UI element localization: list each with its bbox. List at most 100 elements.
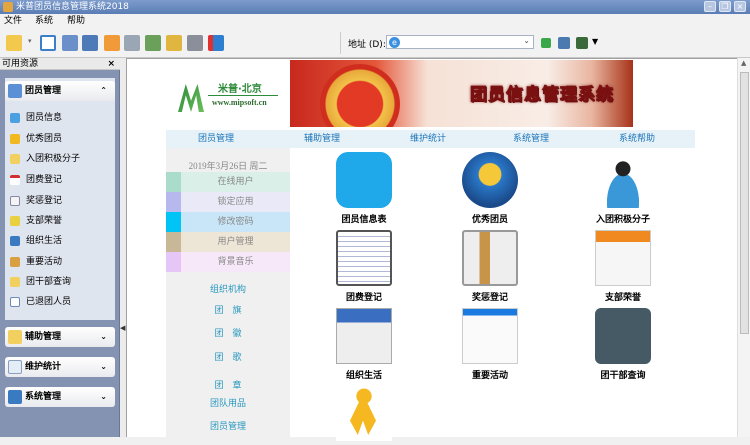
close-panel-button[interactable]: × xyxy=(107,58,115,70)
sidebar-item-cadre-query[interactable]: 团干部查询 xyxy=(10,274,110,290)
dropdown-arrow-icon[interactable]: ▾ xyxy=(28,37,32,45)
exit-icon[interactable] xyxy=(208,35,224,51)
top-nav: 团员管理 辅助管理 维护统计 系统管理 系统帮助 xyxy=(166,130,695,148)
collapse-arrow-icon[interactable]: ◀ xyxy=(120,324,125,332)
monitor-icon[interactable] xyxy=(82,35,98,51)
link-supplies[interactable]: 团队用品 xyxy=(166,396,290,409)
color-swatch xyxy=(166,212,181,232)
app-tile[interactable]: 组织生活 xyxy=(314,308,414,381)
calendar-icon xyxy=(10,175,20,185)
card-icon xyxy=(10,297,20,307)
settings-icon[interactable] xyxy=(576,37,588,49)
link-song[interactable]: 团 歌 xyxy=(166,350,290,363)
color-swatch xyxy=(166,172,181,192)
chevron-down-icon: ⌄ xyxy=(100,362,107,371)
group-header-aux-management[interactable]: 辅助管理 ⌄ xyxy=(5,327,115,347)
app-tile[interactable]: 支部荣誉 xyxy=(573,230,673,303)
chevron-down-icon[interactable]: ⌄ xyxy=(523,36,530,45)
more-arrow-icon[interactable]: ▼ xyxy=(592,37,598,46)
link-constitution[interactable]: 团 章 xyxy=(166,378,290,391)
link-member-management[interactable]: 团员管理 xyxy=(166,419,290,432)
chevron-down-icon: ⌄ xyxy=(100,392,107,401)
folder-icon xyxy=(8,330,22,344)
toolbar: ▾ 地址 (D): e ⌄ ▼ xyxy=(0,28,750,58)
group-header-maintenance[interactable]: 维护统计 ⌄ xyxy=(5,357,115,377)
notebook-pencil-icon[interactable] xyxy=(336,230,392,286)
calendar-star-icon[interactable] xyxy=(595,230,651,286)
vertical-scrollbar[interactable]: ▲ xyxy=(737,58,750,437)
running-man-icon[interactable] xyxy=(336,385,392,441)
nav-system-help[interactable]: 系统帮助 xyxy=(619,130,655,148)
company-logo: 米普·北京 www.mipsoft.cn xyxy=(178,80,278,120)
address-input[interactable]: e ⌄ xyxy=(386,35,534,49)
user-lock-icon[interactable] xyxy=(187,35,203,51)
sidebar-item-honors[interactable]: 支部荣誉 xyxy=(10,213,110,229)
minimize-button[interactable]: – xyxy=(704,1,716,12)
menu-help[interactable]: 帮助 xyxy=(67,14,85,28)
menu-file[interactable]: 文件 xyxy=(4,14,22,28)
home-icon[interactable] xyxy=(104,35,120,51)
app-tile[interactable]: 团员信息表 xyxy=(314,152,414,225)
menu-system[interactable]: 系统 xyxy=(35,14,53,28)
calendar-icon[interactable] xyxy=(462,308,518,364)
logo-rule xyxy=(208,95,278,96)
sidebar-item-withdrawn[interactable]: 已退团人员 xyxy=(10,294,110,310)
page-icon xyxy=(8,360,22,374)
layout-icon[interactable] xyxy=(40,35,56,51)
lock-icon[interactable] xyxy=(166,35,182,51)
date-label: 2019年3月26日 周二 xyxy=(188,161,268,171)
nav-maintenance[interactable]: 维护统计 xyxy=(410,130,446,148)
banner: 团员信息管理系统 xyxy=(290,60,633,127)
restore-button[interactable]: ❐ xyxy=(719,1,731,12)
quick-item[interactable]: 背景音乐 xyxy=(166,252,290,272)
group-header-member-management[interactable]: 团员管理 ⌃ xyxy=(5,81,115,101)
app-tile[interactable]: 优秀团员 xyxy=(440,152,540,225)
app-tile[interactable]: 团费登记 xyxy=(314,230,414,303)
app-tile[interactable]: 奖惩登记 xyxy=(440,230,540,303)
sidebar-item-org-life[interactable]: 组织生活 xyxy=(10,233,110,249)
group-header-system[interactable]: 系统管理 ⌄ xyxy=(5,387,115,407)
close-window-button[interactable]: × xyxy=(734,1,746,12)
computer-icon[interactable] xyxy=(62,35,78,51)
logo-mark xyxy=(178,84,204,112)
window-title: 米普团员信息管理系统2018 xyxy=(16,2,129,12)
nav-system-management[interactable]: 系统管理 xyxy=(513,130,549,148)
quick-item[interactable]: 在线用户 xyxy=(166,172,290,192)
app-tile[interactable]: 团干部查询 xyxy=(573,308,673,381)
print-icon[interactable] xyxy=(124,35,140,51)
folder-icon xyxy=(10,277,20,287)
quick-item[interactable]: 锁定应用 xyxy=(166,192,290,212)
sidebar-item-activists[interactable]: 入团积极分子 xyxy=(10,151,110,167)
scrollbar-thumb[interactable] xyxy=(740,72,749,334)
quick-item[interactable]: 修改密码 xyxy=(166,212,290,232)
sidebar-item-dues[interactable]: 团费登记 xyxy=(10,172,110,188)
grid-icon xyxy=(8,390,22,404)
app-tile[interactable] xyxy=(314,385,414,445)
calendar-spiral-icon[interactable] xyxy=(336,308,392,364)
contact-phone-icon[interactable] xyxy=(595,308,651,364)
app-icon xyxy=(3,2,13,12)
go-icon[interactable] xyxy=(541,38,551,48)
sidebar-item-member-info[interactable]: 团员信息 xyxy=(10,110,110,126)
sidebar-item-rewards[interactable]: 奖惩登记 xyxy=(10,193,110,209)
bookmark-icon[interactable] xyxy=(462,230,518,286)
open-folder-icon[interactable] xyxy=(6,35,22,51)
app-tile[interactable]: 重要活动 xyxy=(440,308,540,381)
link-organization[interactable]: 组织机构 xyxy=(166,282,290,295)
app-tile[interactable]: 入团积极分子 xyxy=(573,152,673,225)
member-info-icon[interactable] xyxy=(336,152,392,208)
title-bar: 米普团员信息管理系统2018 – ❐ × xyxy=(0,0,750,14)
color-swatch xyxy=(166,232,181,252)
screen-icon[interactable] xyxy=(558,37,570,49)
star-icon[interactable] xyxy=(462,152,518,208)
scroll-up-icon[interactable]: ▲ xyxy=(741,59,746,67)
sidebar-item-excellent-member[interactable]: 优秀团员 xyxy=(10,131,110,147)
link-flag[interactable]: 团 旗 xyxy=(166,303,290,316)
sidebar-item-activities[interactable]: 重要活动 xyxy=(10,254,110,270)
activists-icon[interactable] xyxy=(595,152,651,208)
quick-item[interactable]: 用户管理 xyxy=(166,232,290,252)
network-icon[interactable] xyxy=(145,35,161,51)
link-emblem[interactable]: 团 徽 xyxy=(166,326,290,339)
nav-member-management[interactable]: 团员管理 xyxy=(198,130,234,148)
nav-aux-management[interactable]: 辅助管理 xyxy=(304,130,340,148)
